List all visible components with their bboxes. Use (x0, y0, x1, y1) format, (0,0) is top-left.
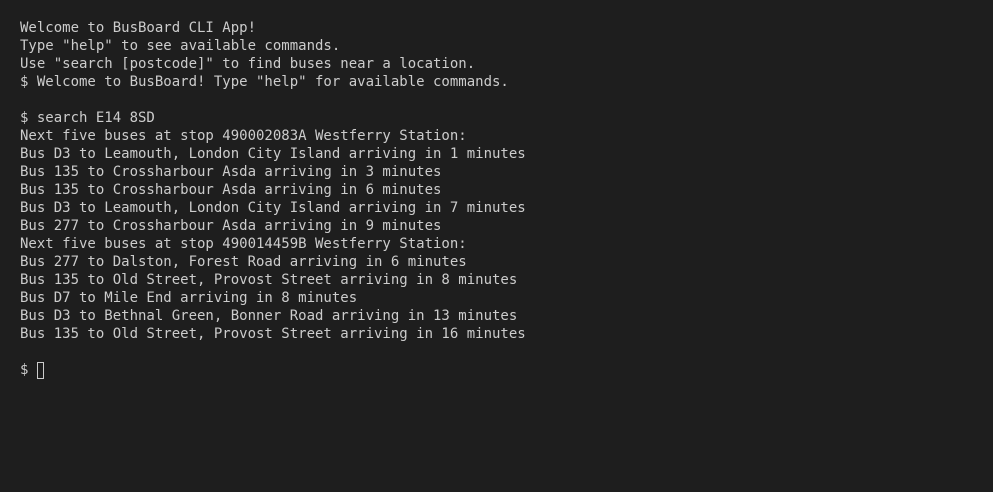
command-input-line[interactable]: $ (20, 361, 993, 379)
terminal-window[interactable]: Welcome to BusBoard CLI App! Type "help"… (0, 0, 993, 492)
bus-arrival-line: Bus 135 to Old Street, Provost Street ar… (20, 326, 526, 342)
bus-arrival-line: Bus 277 to Dalston, Forest Road arriving… (20, 254, 467, 270)
command-line: $ search E14 8SD (20, 110, 155, 126)
output-line: Use "search [postcode]" to find buses ne… (20, 56, 476, 72)
bus-arrival-line: Bus 277 to Crossharbour Asda arriving in… (20, 218, 442, 234)
stop-header: Next five buses at stop 490014459B Westf… (20, 236, 467, 252)
bus-arrival-line: Bus D3 to Leamouth, London City Island a… (20, 200, 526, 216)
bus-arrival-line: Bus D3 to Bethnal Green, Bonner Road arr… (20, 308, 518, 324)
output-line: $ Welcome to BusBoard! Type "help" for a… (20, 74, 509, 90)
prompt-symbol: $ (20, 362, 29, 378)
output-line: Type "help" to see available commands. (20, 38, 341, 54)
stop-header: Next five buses at stop 490002083A Westf… (20, 128, 467, 144)
bus-arrival-line: Bus D7 to Mile End arriving in 8 minutes (20, 290, 358, 306)
bus-arrival-line: Bus 135 to Crossharbour Asda arriving in… (20, 164, 442, 180)
text-cursor[interactable] (37, 361, 45, 379)
output-line: Welcome to BusBoard CLI App! (20, 20, 257, 36)
bus-arrival-line: Bus D3 to Leamouth, London City Island a… (20, 146, 526, 162)
bus-arrival-line: Bus 135 to Crossharbour Asda arriving in… (20, 182, 442, 198)
terminal-output: Welcome to BusBoard CLI App! Type "help"… (20, 19, 993, 361)
bus-arrival-line: Bus 135 to Old Street, Provost Street ar… (20, 272, 518, 288)
